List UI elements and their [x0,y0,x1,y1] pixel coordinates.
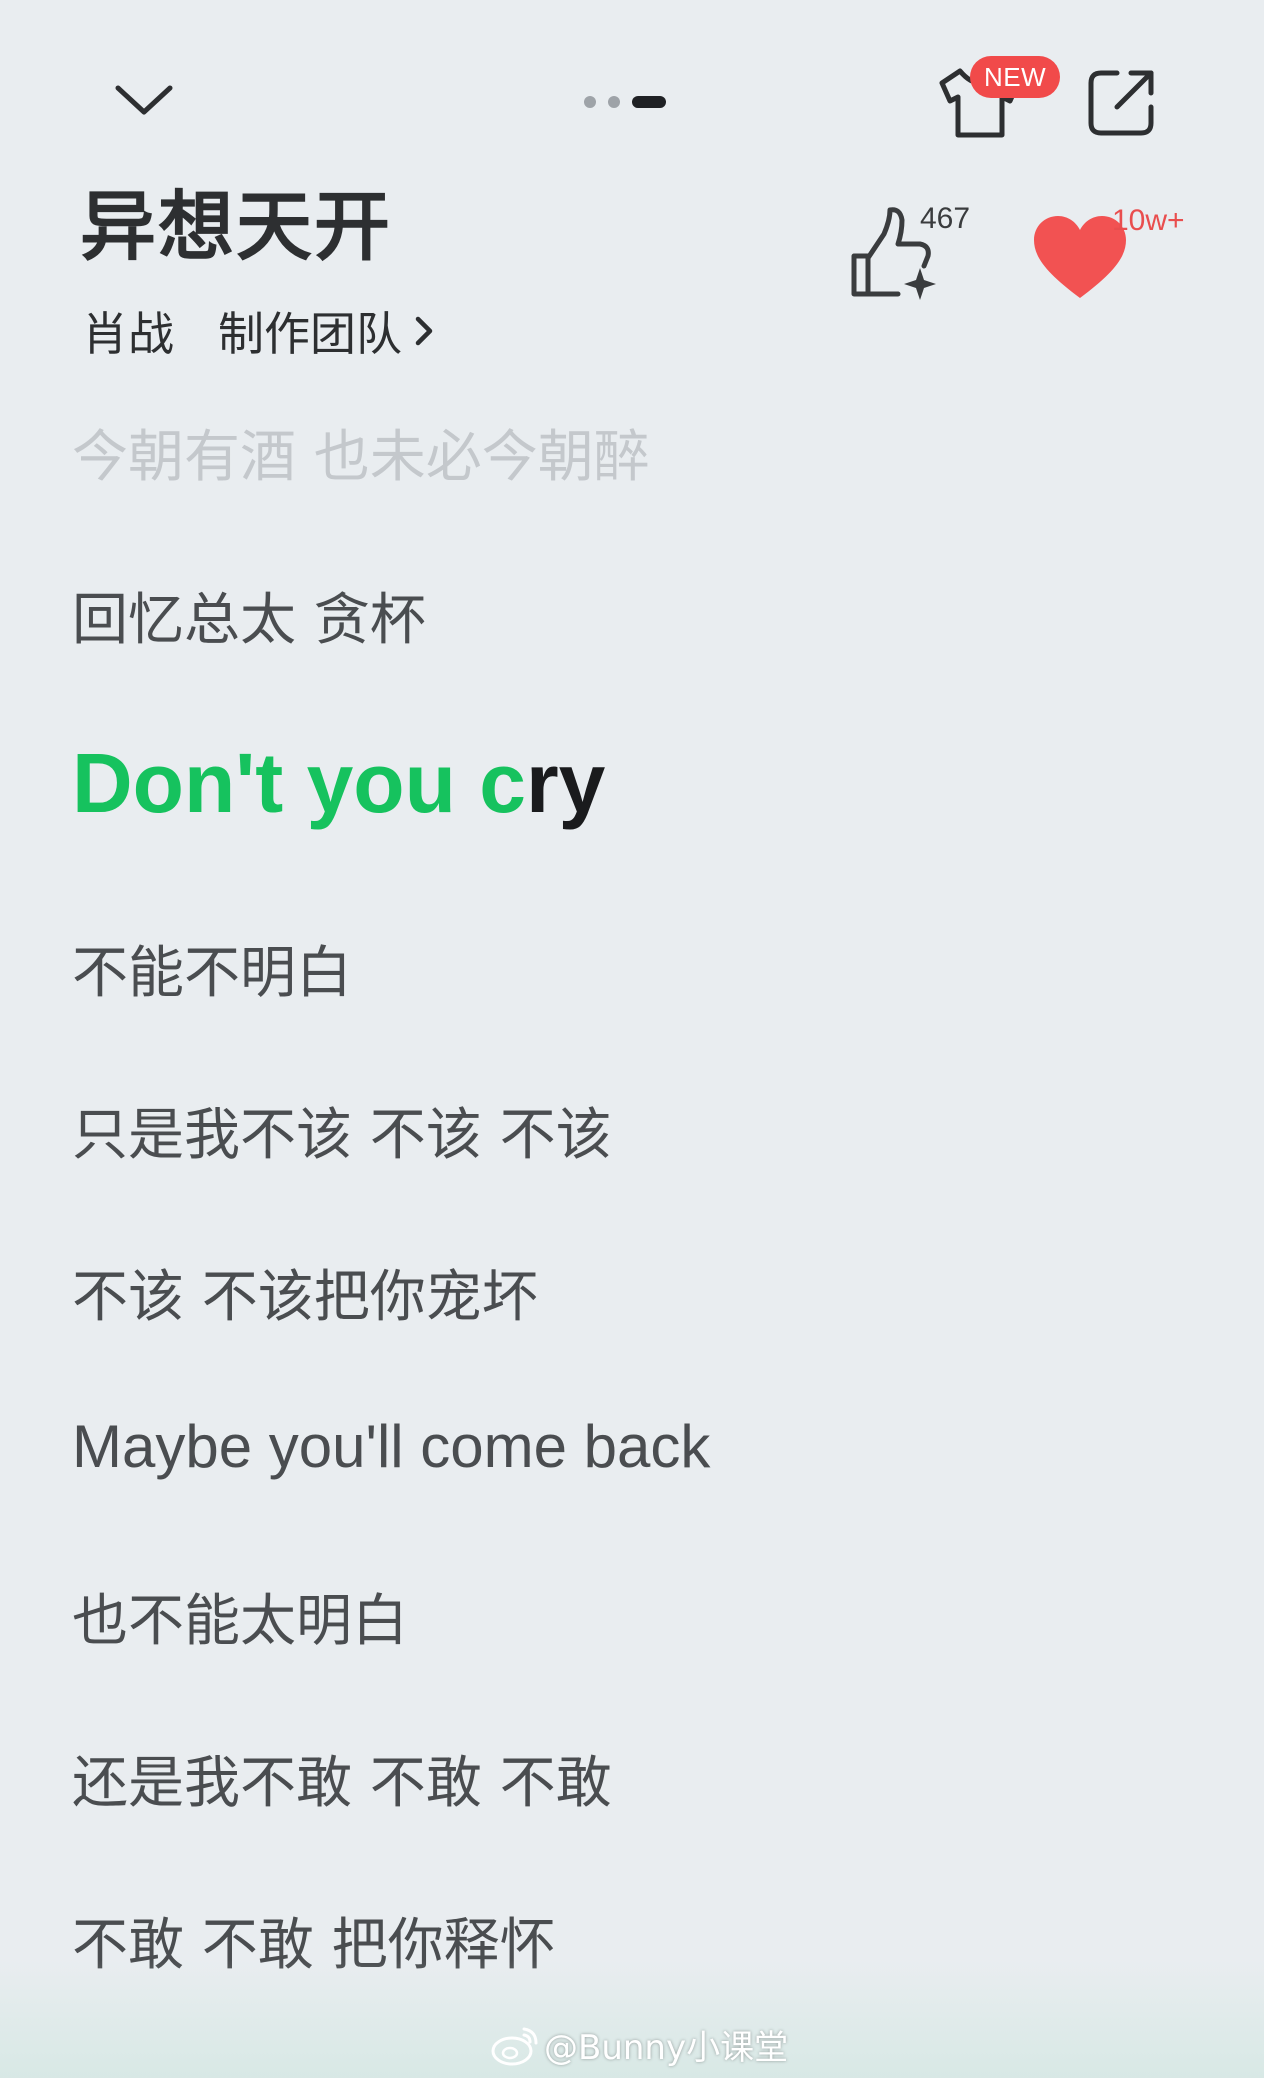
watermark: @Bunny小课堂 [490,2020,788,2069]
lyric-line[interactable]: 不该 不该把你宠坏 [72,1252,538,1333]
song-title: 异想天开 [80,182,392,271]
share-button[interactable] [1080,62,1162,144]
lyric-line[interactable]: 回忆总太 贪杯 [72,575,426,656]
page-indicator[interactable] [584,94,684,110]
favorite-count: 10w+ [1112,204,1185,237]
lyric-sung-part: Don't you c [72,736,526,830]
lyric-line[interactable]: 还是我不敢 不敢 不敢 [72,1738,612,1819]
song-credits: 肖战 制作团队 [82,298,438,364]
artist-name[interactable]: 肖战 [82,298,174,364]
lyric-line[interactable]: 不能不明白 [72,928,352,1009]
new-badge: NEW [970,56,1061,98]
page-dot [584,96,596,108]
chevron-down-icon [115,85,173,115]
page-dot-active [632,96,666,108]
collapse-button[interactable] [100,60,188,140]
chevron-right-icon [415,316,433,346]
lyric-line[interactable]: 也不能太明白 [72,1576,408,1657]
lyric-line-current[interactable]: Don't you cry [72,735,605,832]
share-icon [1088,70,1154,136]
lyric-unsung-part: ry [525,736,606,830]
watermark-text: @Bunny小课堂 [544,2028,789,2068]
lyric-line[interactable]: Maybe you'll come back [72,1412,710,1481]
player-top-bar: NEW [0,0,1264,160]
production-team-link[interactable]: 制作团队 [218,298,438,364]
lyric-line[interactable]: 今朝有酒 也未必今朝醉 [72,412,650,493]
like-count: 467 [920,202,971,235]
weibo-icon [491,2027,538,2065]
lyric-line[interactable]: 只是我不该 不该 不该 [72,1090,612,1171]
page-dot [608,96,620,108]
production-team-label: 制作团队 [218,307,402,361]
